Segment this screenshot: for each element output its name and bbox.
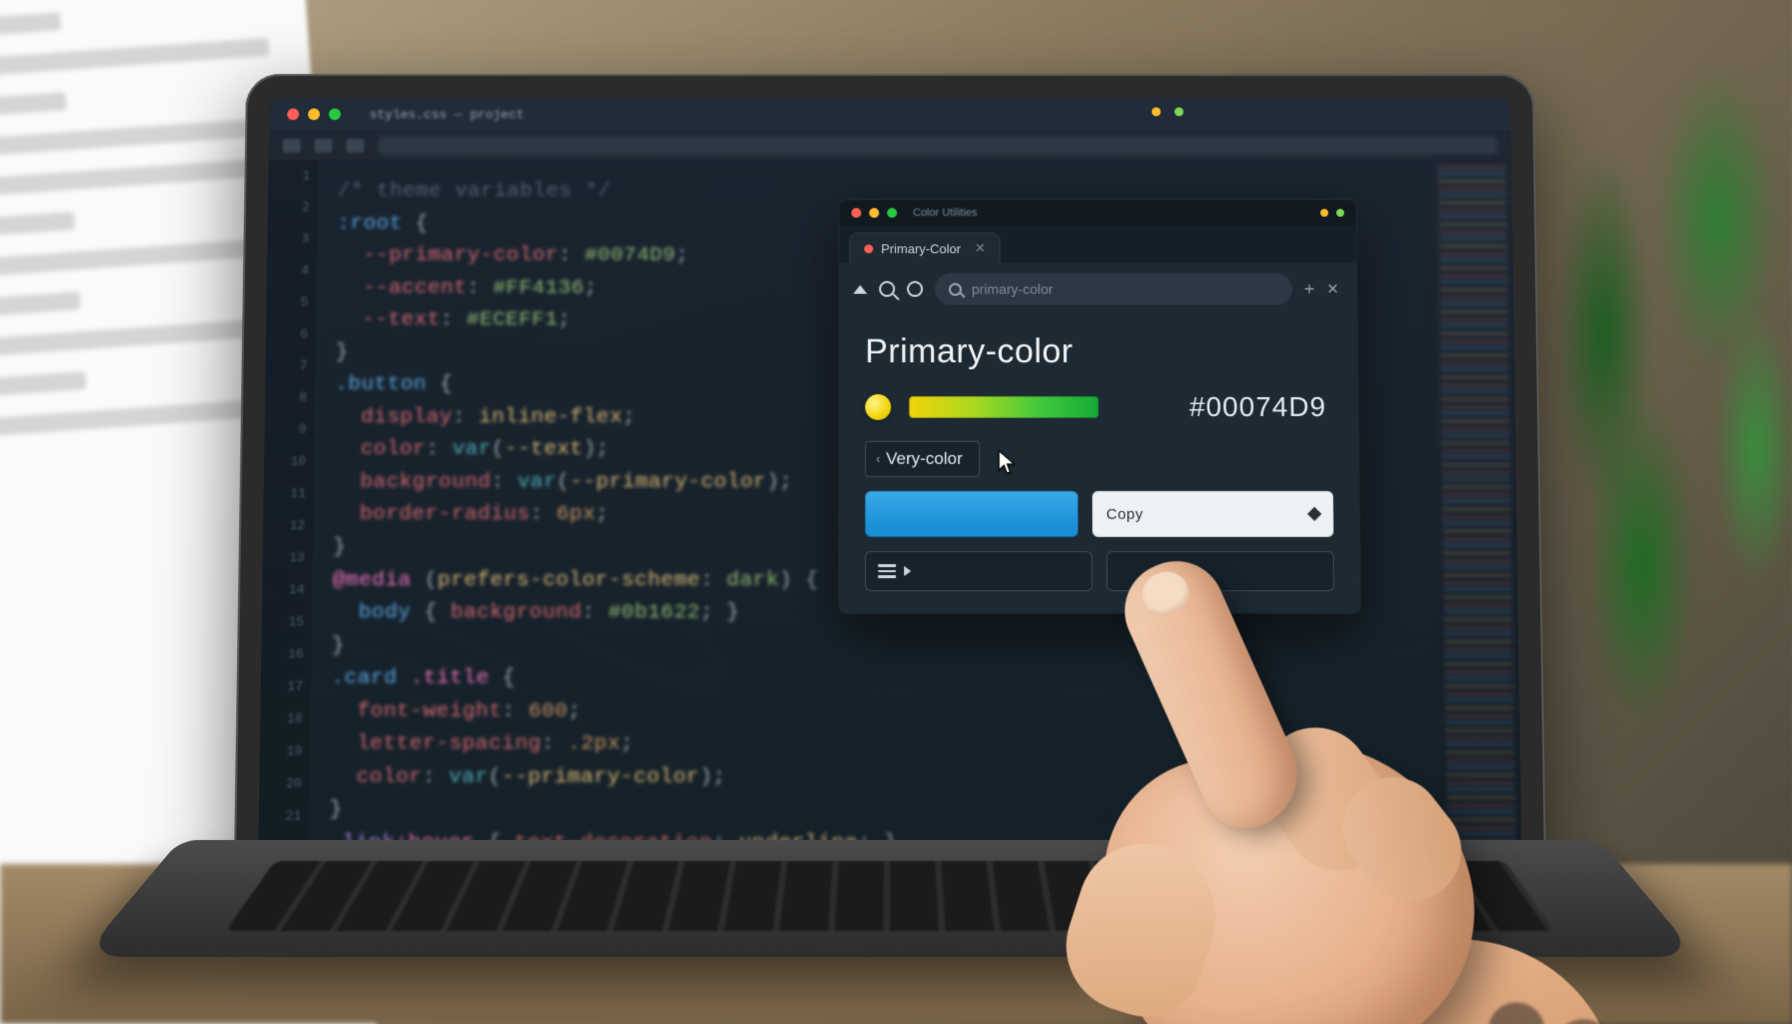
color-inspector-popup: Color Utilities Primary-Color ✕	[839, 200, 1361, 613]
code-line: font-weight: 600;	[331, 696, 1520, 729]
search-icon[interactable]	[879, 281, 895, 297]
code-line: letter-spacing: .2px;	[330, 729, 1520, 762]
popup-body: Primary-color #00074D9 ‹ Very-color	[839, 315, 1361, 614]
popup-close-icon[interactable]	[851, 208, 861, 218]
editor-path-field[interactable]	[378, 137, 1498, 155]
swatch-row: Copy	[865, 491, 1334, 537]
copy-button[interactable]: Copy	[1092, 491, 1334, 537]
search-inline-icon	[949, 283, 962, 296]
status-dot-ok-icon	[1336, 209, 1344, 217]
search-input[interactable]	[972, 281, 1279, 297]
tab-label: Primary-Color	[881, 241, 961, 256]
chevron-right-icon	[904, 566, 911, 576]
laptop-keyboard-deck	[82, 840, 1698, 957]
minimap[interactable]	[1432, 160, 1522, 849]
popup-search-row: + ✕	[839, 263, 1357, 314]
traffic-light-close-icon[interactable]	[287, 108, 299, 120]
editor-toolbar	[269, 131, 1512, 161]
tab-primary-color[interactable]: Primary-Color ✕	[849, 233, 1000, 264]
editor-titlebar: styles.css — project	[269, 98, 1511, 131]
variable-name-heading: Primary-color	[865, 333, 1332, 372]
collapse-up-icon[interactable]	[853, 285, 867, 294]
color-swatch-dot[interactable]	[865, 394, 891, 420]
action-slots-row	[865, 551, 1334, 591]
list-icon	[878, 564, 896, 578]
add-icon[interactable]: +	[1304, 280, 1315, 298]
resolved-color-swatch[interactable]	[865, 491, 1078, 537]
hex-value-label: #00074D9	[1189, 391, 1332, 423]
code-line: color: var(--primary-color);	[330, 762, 1521, 795]
editor-filename: styles.css — project	[369, 107, 524, 122]
toolbar-nav-back-icon[interactable]	[283, 139, 301, 153]
hue-gradient-slider[interactable]	[909, 396, 1099, 418]
editor-indicator-dots	[1152, 107, 1184, 116]
copy-button-label: Copy	[1106, 505, 1143, 522]
variant-dropdown-button[interactable]: ‹ Very-color	[865, 441, 980, 477]
laptop: styles.css — project 12345 678910 111213…	[180, 70, 1600, 990]
tab-close-icon[interactable]: ✕	[975, 241, 986, 257]
search-field-wrapper[interactable]	[935, 273, 1293, 305]
toolbar-nav-fwd-icon[interactable]	[314, 139, 332, 153]
popup-tab-bar: Primary-Color ✕	[839, 226, 1356, 264]
popup-window-title: Color Utilities	[913, 207, 977, 219]
variant-row: ‹ Very-color	[865, 441, 1333, 477]
code-line: }	[331, 630, 1518, 663]
code-line: }	[329, 795, 1521, 828]
traffic-light-minimize-icon[interactable]	[308, 108, 320, 120]
traffic-light-zoom-icon[interactable]	[329, 108, 341, 120]
popup-zoom-icon[interactable]	[887, 208, 897, 218]
toolbar-view-icon[interactable]	[346, 139, 364, 153]
target-icon[interactable]	[907, 281, 923, 297]
popup-minimize-icon[interactable]	[869, 208, 879, 218]
empty-slot[interactable]	[1106, 551, 1334, 591]
chevron-left-icon: ‹	[876, 452, 880, 466]
search-actions: + ✕	[1304, 280, 1343, 298]
tab-modified-dot-icon	[864, 244, 873, 253]
clear-icon[interactable]: ✕	[1326, 280, 1339, 298]
laptop-screen-shell: styles.css — project 12345 678910 111213…	[234, 74, 1546, 874]
format-menu-button[interactable]	[865, 551, 1093, 591]
code-line: .card .title {	[331, 663, 1519, 696]
popup-titlebar: Color Utilities	[839, 200, 1356, 226]
color-value-row: #00074D9	[865, 391, 1332, 423]
copy-diamond-icon	[1307, 507, 1321, 521]
variant-label: Very-color	[886, 449, 963, 469]
screen-bezel: styles.css — project 12345 678910 111213…	[258, 98, 1521, 850]
status-dot-warning-icon	[1320, 209, 1328, 217]
